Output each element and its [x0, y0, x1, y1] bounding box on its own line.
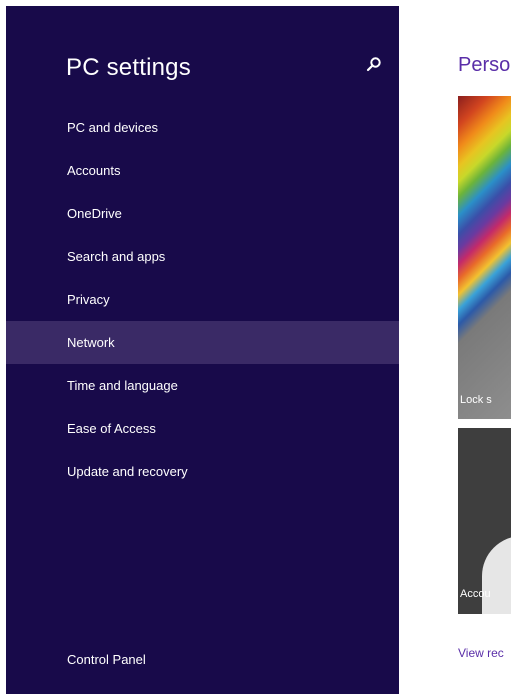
nav-item-time-and-language[interactable]: Time and language — [6, 364, 399, 407]
avatar — [482, 536, 511, 614]
nav-item-privacy[interactable]: Privacy — [6, 278, 399, 321]
control-panel-link[interactable]: Control Panel — [67, 652, 146, 667]
nav-item-search-and-apps[interactable]: Search and apps — [6, 235, 399, 278]
nav-item-update-and-recovery[interactable]: Update and recovery — [6, 450, 399, 493]
nav-list: PC and devices Accounts OneDrive Search … — [6, 106, 399, 493]
lock-screen-tile[interactable]: Lock s — [458, 96, 511, 419]
nav-item-ease-of-access[interactable]: Ease of Access — [6, 407, 399, 450]
search-icon — [366, 57, 381, 72]
nav-item-network[interactable]: Network — [6, 321, 399, 364]
account-picture-tile[interactable]: Accou — [458, 428, 511, 614]
lock-screen-tile-label: Lock s — [460, 394, 492, 406]
search-button[interactable] — [364, 55, 384, 75]
nav-pane: PC settings PC and devices Accounts OneD… — [6, 6, 399, 694]
account-picture-tile-label: Accou — [460, 588, 491, 600]
content-title: Perso — [458, 54, 511, 76]
view-recent-link[interactable]: View rec — [458, 646, 511, 660]
nav-title: PC settings — [66, 54, 191, 81]
nav-item-accounts[interactable]: Accounts — [6, 149, 399, 192]
nav-item-pc-and-devices[interactable]: PC and devices — [6, 106, 399, 149]
pc-settings-window: PC settings PC and devices Accounts OneD… — [0, 0, 511, 694]
nav-item-onedrive[interactable]: OneDrive — [6, 192, 399, 235]
